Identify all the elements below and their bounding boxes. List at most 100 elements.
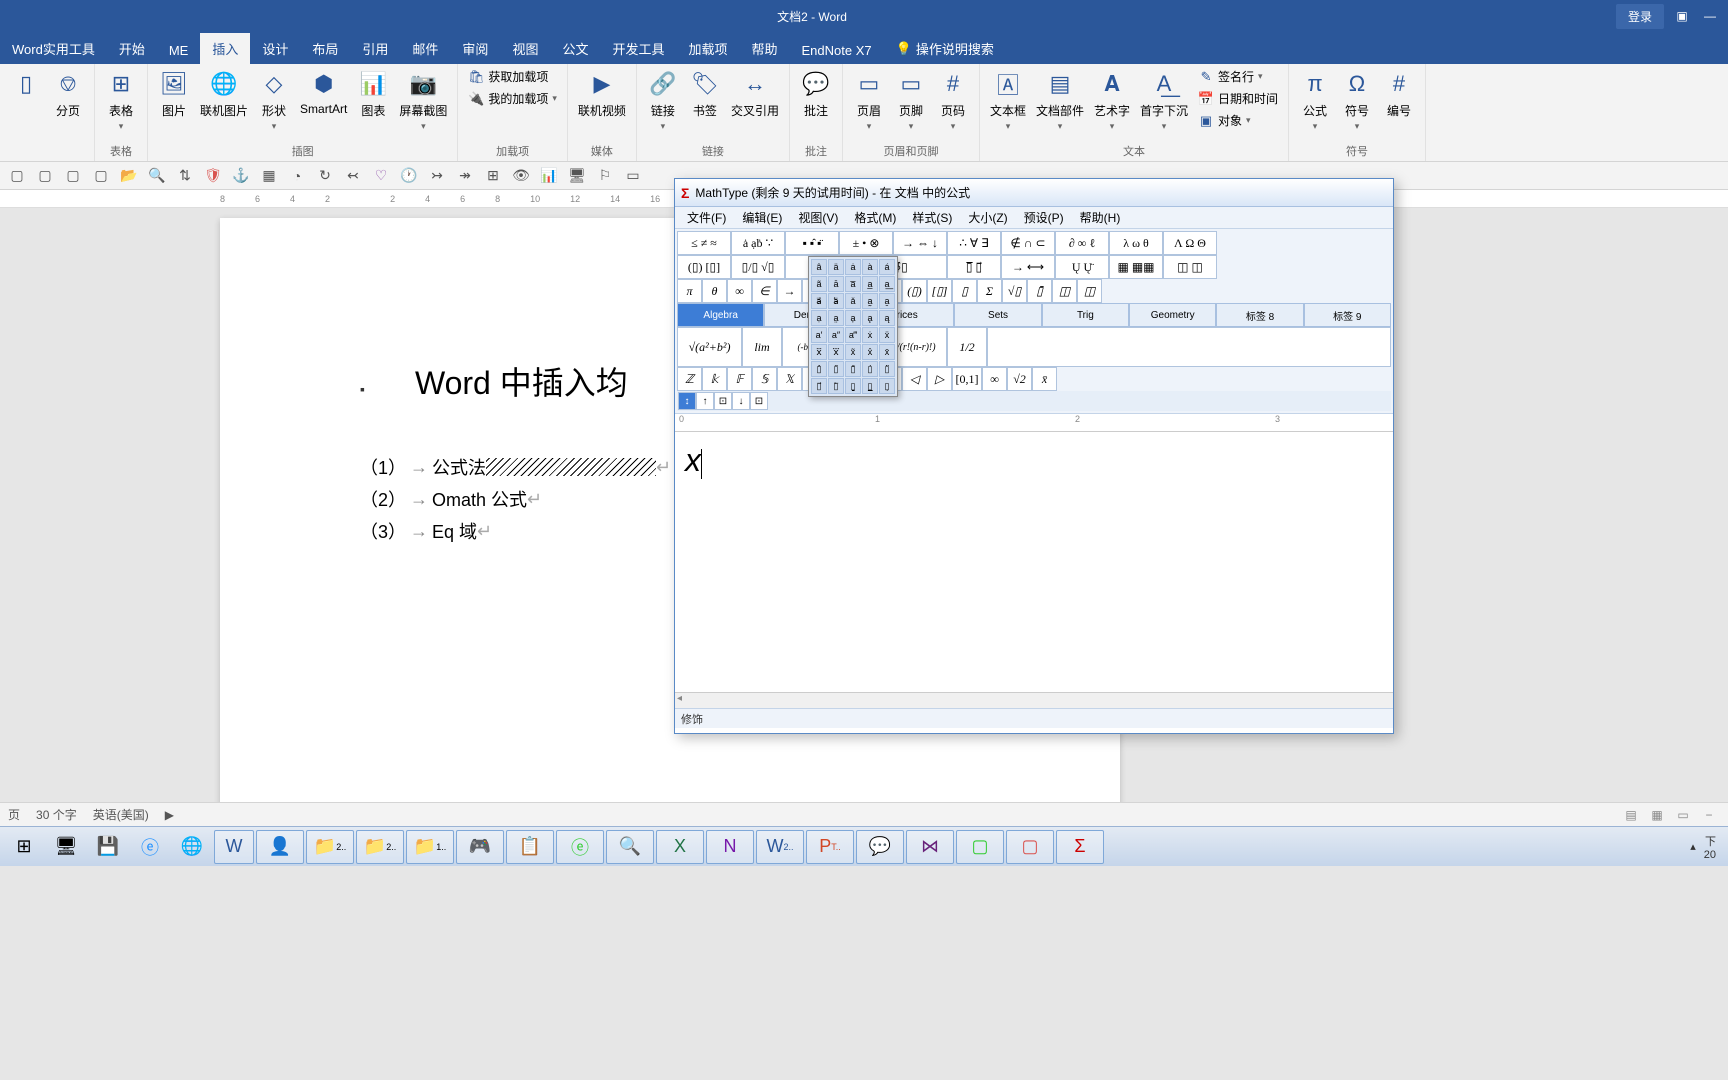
task-app-5[interactable]: ▢ xyxy=(956,830,1004,864)
task-save-icon[interactable]: 💾 xyxy=(88,830,128,864)
comment-button[interactable]: 💬批注 xyxy=(796,66,836,121)
tab-review[interactable]: 审阅 xyxy=(450,33,500,64)
status-page[interactable]: 页 xyxy=(8,806,20,823)
mt-template-box[interactable]: ◫ ◫ xyxy=(1163,255,1217,279)
mt-tool-3[interactable]: ⊡ xyxy=(714,392,732,410)
mt-accent-opt[interactable]: a̦ xyxy=(845,310,861,326)
number-button[interactable]: #编号 xyxy=(1379,66,1419,121)
picture-button[interactable]: 🖼图片 xyxy=(154,66,194,121)
mt-template-arrow[interactable]: → ⟷ xyxy=(1001,255,1055,279)
mt-menu-size[interactable]: 大小(Z) xyxy=(960,207,1015,228)
qat-bars-icon[interactable]: 📊 xyxy=(538,165,560,187)
mt-palette-relations[interactable]: ≤ ≠ ≈ xyxy=(677,231,731,255)
status-lang[interactable]: 英语(美国) xyxy=(93,806,149,823)
smartart-button[interactable]: ⬢SmartArt xyxy=(296,66,351,118)
mt-menu-view[interactable]: 视图(V) xyxy=(790,207,846,228)
mt-f-empty[interactable] xyxy=(987,327,1391,367)
mt-palette-greek-lower[interactable]: λ ω θ xyxy=(1109,231,1163,255)
mt-accent-opt[interactable]: a̰ xyxy=(862,293,878,309)
mt-tab-algebra[interactable]: Algebra xyxy=(677,303,764,327)
task-app-6[interactable]: ▢ xyxy=(1006,830,1054,864)
login-button[interactable]: 登录 xyxy=(1616,4,1664,29)
qat-btn-4[interactable]: ▢ xyxy=(90,165,112,187)
mt-accent-opt[interactable]: a̅ xyxy=(845,276,861,292)
mt-accent-opt[interactable]: ẋ xyxy=(862,327,878,343)
mt-accent-opt[interactable]: x̂ xyxy=(862,344,878,360)
object-button[interactable]: ▣对象 xyxy=(1194,110,1282,131)
qat-grid-icon[interactable]: ▦ xyxy=(258,165,280,187)
qat-monitor-icon[interactable]: 🖥 xyxy=(566,165,588,187)
mt-accent-opt[interactable]: ▯̃ xyxy=(828,361,844,377)
mt-tool-5[interactable]: ⊡ xyxy=(750,392,768,410)
mt-tool-4[interactable]: ↓ xyxy=(732,392,750,410)
mt-palette-logic[interactable]: ∴ ∀ ∃ xyxy=(947,231,1001,255)
mt-sym-theta[interactable]: θ xyxy=(702,279,727,303)
mt-accent-opt[interactable]: ą xyxy=(879,310,895,326)
task-app-4[interactable]: 💬 xyxy=(856,830,904,864)
mt-tpl-bracket[interactable]: [▯] xyxy=(927,279,952,303)
mt-palette-embellish[interactable]: ȧ ạḃ ∵ xyxy=(731,231,785,255)
footer-button[interactable]: ▭页脚 xyxy=(891,66,931,134)
dropcap-button[interactable]: A͟首字下沉 xyxy=(1136,66,1192,134)
tray-chevron-icon[interactable]: ▴ xyxy=(1690,840,1696,853)
task-browser-360[interactable]: ⓔ xyxy=(556,830,604,864)
mt-accent-opt[interactable]: à xyxy=(862,259,878,275)
qat-pie-icon[interactable]: ◔ xyxy=(286,165,308,187)
task-folder-2[interactable]: 📁2.. xyxy=(356,830,404,864)
mt-tpl-sum[interactable]: Σ xyxy=(977,279,1002,303)
tab-developer[interactable]: 开发工具 xyxy=(600,33,676,64)
textbox-button[interactable]: 🄰文本框 xyxy=(986,66,1030,134)
tab-endnote[interactable]: EndNote X7 xyxy=(790,37,884,64)
mt-accent-opt[interactable]: ạ xyxy=(811,310,827,326)
task-app-3[interactable]: 📋 xyxy=(506,830,554,864)
mathtype-titlebar[interactable]: Σ MathType (剩余 9 天的试用时间) - 在 文档 中的公式 xyxy=(675,179,1393,207)
quickparts-button[interactable]: ▤文档部件 xyxy=(1032,66,1088,134)
mt-template-matrix[interactable]: ▦ ▦▦ xyxy=(1109,255,1163,279)
qat-back-icon[interactable]: ↢ xyxy=(342,165,364,187)
tray-date[interactable]: 20 xyxy=(1704,849,1716,861)
ribbon-display-icon[interactable]: ▣ xyxy=(1672,6,1692,26)
qat-search-icon[interactable]: 🔍 xyxy=(146,165,168,187)
mt-accent-opt[interactable]: ▯⃗ xyxy=(811,378,827,394)
mt-s-f[interactable]: 𝔽 xyxy=(727,367,752,391)
qat-anchor-icon[interactable]: ⚓ xyxy=(230,165,252,187)
mt-accent-opt[interactable]: a⃖ xyxy=(828,293,844,309)
mt-s-inf2[interactable]: ∞ xyxy=(982,367,1007,391)
symbol-button[interactable]: Ω符号 xyxy=(1337,66,1377,134)
header-button[interactable]: ▭页眉 xyxy=(849,66,889,134)
task-explorer-icon[interactable]: 🖥 xyxy=(46,830,86,864)
online-picture-button[interactable]: 🌐联机图片 xyxy=(196,66,252,121)
qat-btn-1[interactable]: ▢ xyxy=(6,165,28,187)
mt-accent-opt[interactable]: x̄ xyxy=(879,344,895,360)
mt-menu-preset[interactable]: 预设(P) xyxy=(1016,207,1072,228)
tab-insert[interactable]: 插入 xyxy=(200,33,250,64)
task-onenote[interactable]: N xyxy=(706,830,754,864)
mt-f-lim[interactable]: lim xyxy=(742,327,782,367)
task-ppt[interactable]: PT.. xyxy=(806,830,854,864)
mt-accent-opt[interactable]: a̲ xyxy=(862,276,878,292)
mt-template-fraction[interactable]: ▯/▯ √▯ xyxy=(731,255,785,279)
crossref-button[interactable]: ↔交叉引用 xyxy=(727,66,783,121)
mt-sym-inf[interactable]: ∞ xyxy=(727,279,752,303)
signature-button[interactable]: ✎签名行 xyxy=(1194,66,1282,87)
mt-accent-opt[interactable]: a̱ xyxy=(879,293,895,309)
mt-tab-geometry[interactable]: Geometry xyxy=(1129,303,1216,327)
task-chrome-icon[interactable]: 🌐 xyxy=(172,830,212,864)
mt-menu-edit[interactable]: 编辑(E) xyxy=(734,207,790,228)
my-addins-button[interactable]: 🔌我的加载项 xyxy=(464,88,561,109)
mt-tpl-sqrt[interactable]: √▯ xyxy=(1002,279,1027,303)
mt-sym-arrow[interactable]: → xyxy=(777,279,802,303)
view-print-icon[interactable]: ▦ xyxy=(1646,806,1668,824)
view-read-icon[interactable]: ▤ xyxy=(1620,806,1642,824)
task-mathtype-instance[interactable]: Σ xyxy=(1056,830,1104,864)
mt-s-sqrt2[interactable]: √2 xyxy=(1007,367,1032,391)
mt-accent-opt[interactable]: ▯̄ xyxy=(845,361,861,377)
mt-palette-set[interactable]: ∉ ∩ ⊂ xyxy=(1001,231,1055,255)
mt-accent-opt[interactable]: ▯̲ xyxy=(862,378,878,394)
qat-next-icon[interactable]: ↠ xyxy=(454,165,476,187)
view-web-icon[interactable]: ▭ xyxy=(1672,806,1694,824)
task-app-1[interactable]: 👤 xyxy=(256,830,304,864)
datetime-button[interactable]: 📅日期和时间 xyxy=(1194,88,1282,109)
cover-page-button[interactable]: ▯ xyxy=(6,66,46,102)
tab-gongwen[interactable]: 公文 xyxy=(550,33,600,64)
